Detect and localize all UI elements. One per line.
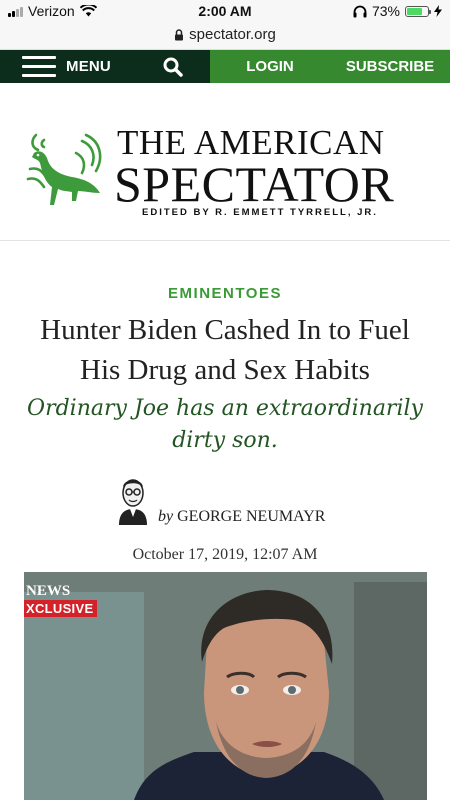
battery-icon xyxy=(405,5,431,17)
article-hero-image[interactable]: NEWS XCLUSIVE xyxy=(24,572,427,800)
article-date: October 17, 2019, 12:07 AM xyxy=(132,546,318,563)
news-bug-label: NEWS xyxy=(26,583,71,599)
masthead[interactable]: THE AMERICAN SPECTATOR EDITED BY R. EMME… xyxy=(0,83,450,241)
nav-right-section: LOGIN SUBSCRIBE xyxy=(210,50,450,83)
exclusive-label: XCLUSIVE xyxy=(24,600,98,617)
battery-percent: 73% xyxy=(371,3,400,19)
article-byline: by GEORGE NEUMAYR xyxy=(158,508,325,526)
search-icon[interactable] xyxy=(162,56,184,78)
nav-left-section: MENU xyxy=(0,50,210,83)
article-headline: Hunter Biden Cashed In to Fuel His Drug … xyxy=(40,314,410,386)
masthead-title-line2: SPECTATOR xyxy=(114,156,395,212)
menu-button[interactable]: MENU xyxy=(66,58,111,75)
lock-icon xyxy=(175,28,184,40)
login-button[interactable]: LOGIN xyxy=(210,58,330,75)
status-right: 73% xyxy=(353,3,442,19)
site-navigation: MENU LOGIN SUBSCRIBE xyxy=(0,50,450,83)
byline-prefix: by xyxy=(158,508,174,525)
news-exclusive-badge: NEWS XCLUSIVE xyxy=(24,583,98,617)
headphones-icon xyxy=(353,5,367,17)
article-category[interactable]: EMINENTOES xyxy=(0,285,450,302)
url-text[interactable]: spectator.org xyxy=(189,26,276,43)
charging-bolt-icon xyxy=(434,5,442,17)
masthead-editor-credit: EDITED BY R. EMMETT TYRRELL, JR. xyxy=(142,207,378,218)
turkey-logo-icon[interactable] xyxy=(22,131,108,211)
author-name[interactable]: GEORGE NEUMAYR xyxy=(177,508,325,525)
hamburger-icon[interactable] xyxy=(22,56,56,77)
address-bar[interactable]: spectator.org xyxy=(0,24,450,50)
status-bar: Verizon 2:00 AM 73% xyxy=(0,0,450,24)
subscribe-button[interactable]: SUBSCRIBE xyxy=(330,58,450,75)
article-subheadline: Ordinary Joe has an extraordinarily dirt… xyxy=(27,396,423,453)
author-avatar[interactable] xyxy=(115,473,151,525)
